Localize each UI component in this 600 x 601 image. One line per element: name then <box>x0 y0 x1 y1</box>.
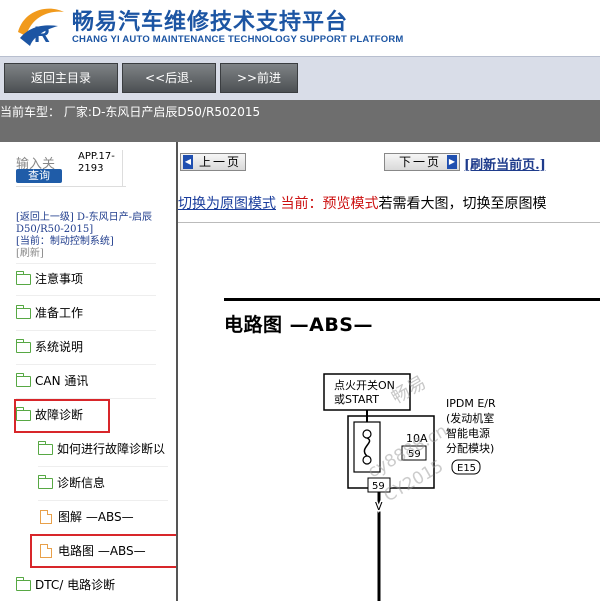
wiring-diagram: 点火开关ON 或START 10A 59 IPDM E/R (发动机室 智能电源… <box>323 372 496 601</box>
content-panel: ◀ 上一页 下一页 ▶ [刷新当前页.] 切换为原图模式 当前：预览模式若需看大… <box>178 142 600 601</box>
document-icon <box>40 510 52 524</box>
folder-icon <box>16 338 31 353</box>
tree-item-label: DTC/ 电路诊断 <box>35 578 116 592</box>
sidebar: 输入关 查询 APP.17-2193 [返回上一级] D-东风日产-启辰D50/… <box>0 142 188 601</box>
app-header: R 畅易汽车维修技术支持平台 CHANG YI AUTO MAINTENANCE… <box>0 0 600 56</box>
divider <box>16 295 156 296</box>
tree-item-label: 准备工作 <box>35 306 84 320</box>
ipdm-label-3: 智能电源 <box>446 426 490 440</box>
svg-text:R: R <box>34 22 50 47</box>
tree-item-diagnostic-info[interactable]: 诊断信息 <box>38 472 105 494</box>
tree-item-dtc-circuit-diagnosis[interactable]: DTC/ 电路诊断 <box>16 574 115 596</box>
fuse-symbol-icon <box>363 437 371 457</box>
nav-bar: 返回主目录 <<后退. >>前进 <box>0 56 600 100</box>
divider <box>16 364 156 365</box>
tree-item-system-description[interactable]: 系统说明 <box>16 336 83 358</box>
tree-item-can-communication[interactable]: CAN 通讯 <box>16 370 88 392</box>
highlight-box <box>30 534 188 568</box>
app-version-text: APP.17-2193 <box>78 151 115 174</box>
ignition-label-2: 或START <box>334 393 379 406</box>
breadcrumb-refresh-link[interactable]: [刷新] <box>16 248 44 259</box>
breadcrumb-current: [当前：制动控制系统] <box>16 236 114 247</box>
folder-icon <box>16 270 31 285</box>
tree-item-preparation[interactable]: 准备工作 <box>16 302 83 324</box>
tree-item-label: 系统说明 <box>35 340 84 354</box>
tree-item-label: CAN 通讯 <box>35 374 89 388</box>
folder-icon <box>16 372 31 387</box>
tree-item-label: 如何进行故障诊断以 <box>57 442 166 456</box>
changyi-logo-icon: R <box>18 8 64 47</box>
home-button[interactable]: 返回主目录 <box>4 63 118 93</box>
divider <box>38 466 168 467</box>
tree-item-label: 图解 —ABS— <box>58 510 134 524</box>
folder-icon <box>38 440 53 455</box>
divider <box>16 186 126 187</box>
ipdm-label-1: IPDM E/R <box>446 397 496 410</box>
divider <box>16 263 156 264</box>
forward-button[interactable]: >>前进 <box>220 63 298 93</box>
highlight-box <box>14 399 110 433</box>
breadcrumb: [返回上一级] D-东风日产-启辰D50/R50-2015] [当前：制动控制系… <box>16 212 166 260</box>
tree-item-abs-illustration[interactable]: 图解 —ABS— <box>40 506 134 528</box>
platform-subtitle: CHANG YI AUTO MAINTENANCE TECHNOLOGY SUP… <box>72 34 404 45</box>
divider <box>38 500 168 501</box>
ipdm-label-4: 分配模块) <box>446 442 494 455</box>
wire-color-label: V <box>375 500 383 513</box>
search-button[interactable]: 查询 <box>16 169 62 183</box>
connector-label: E15 <box>457 463 476 474</box>
platform-title: 畅易汽车维修技术支持平台 <box>72 10 349 35</box>
folder-icon <box>38 474 53 489</box>
ipdm-label-2: (发动机室 <box>446 411 494 425</box>
tree-item-label: 诊断信息 <box>57 476 106 490</box>
divider <box>16 330 156 331</box>
tree-item-label: 注意事项 <box>35 272 84 286</box>
folder-icon <box>16 576 31 591</box>
fuse-terminal-icon <box>362 429 372 439</box>
tree-item-how-to-diagnose[interactable]: 如何进行故障诊断以 <box>38 438 165 460</box>
ignition-label-1: 点火开关ON <box>334 378 395 392</box>
breadcrumb-up-link[interactable]: [返回上一级] <box>16 212 74 223</box>
folder-icon <box>16 304 31 319</box>
back-button[interactable]: <<后退. <box>122 63 216 93</box>
vehicle-status-bar: 当前车型： 厂家:D-东风日产启辰D50/R502015 <box>0 100 600 142</box>
current-vehicle-text: 当前车型： 厂家:D-东风日产启辰D50/R502015 <box>0 105 261 119</box>
tree-item-precautions[interactable]: 注意事项 <box>16 268 83 290</box>
